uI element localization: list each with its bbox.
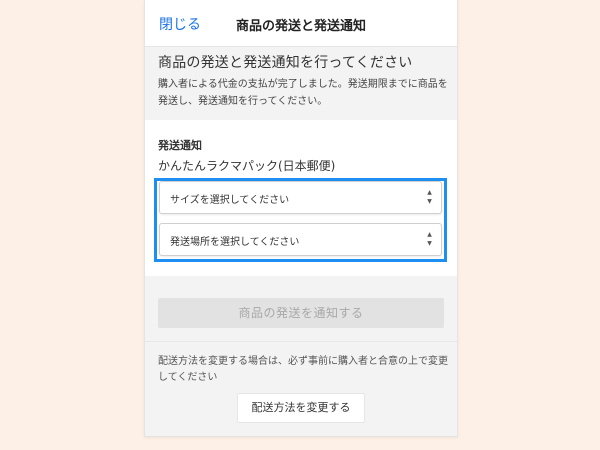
size-select[interactable]: サイズを選択してください ▲ ▼ xyxy=(159,181,442,214)
change-note: 配送方法を変更する場合は、必ず事前に購入者と合意の上で変更してください xyxy=(158,356,448,383)
divider xyxy=(145,341,457,342)
carrier-label: かんたんラクマパック(日本郵便) xyxy=(158,159,336,173)
section-title: 発送通知 xyxy=(158,139,202,152)
updown-arrows-icon: ▲ ▼ xyxy=(427,231,432,247)
updown-arrows-icon: ▲ ▼ xyxy=(427,189,432,205)
select-highlight: サイズを選択してください ▲ ▼ 発送場所を選択してください ▲ ▼ xyxy=(154,178,447,262)
notify-shipping-button[interactable]: 商品の発送を通知する xyxy=(158,298,444,328)
modal-panel: 閉じる 商品の発送と発送通知 商品の発送と発送通知を行ってください 購入者による… xyxy=(144,0,458,437)
size-select-value: サイズを選択してください xyxy=(170,195,290,206)
change-shipping-method-button[interactable]: 配送方法を変更する xyxy=(237,393,365,423)
place-select-value: 発送場所を選択してください xyxy=(170,237,300,248)
intro-text: 購入者による代金の支払が完了しました。発送期限までに商品を発送し、発送通知を行っ… xyxy=(158,79,448,107)
intro-heading: 商品の発送と発送通知を行ってください xyxy=(158,55,413,71)
modal-title: 商品の発送と発送通知 xyxy=(235,19,366,34)
modal-header: 閉じる 商品の発送と発送通知 xyxy=(145,0,457,47)
shipping-notice-form: 発送通知 かんたんラクマパック(日本郵便) サイズを選択してください ▲ ▼ 発送… xyxy=(145,120,457,276)
intro-section: 商品の発送と発送通知を行ってください 購入者による代金の支払が完了しました。発送… xyxy=(145,47,457,119)
shipping-place-select[interactable]: 発送場所を選択してください ▲ ▼ xyxy=(159,223,442,256)
